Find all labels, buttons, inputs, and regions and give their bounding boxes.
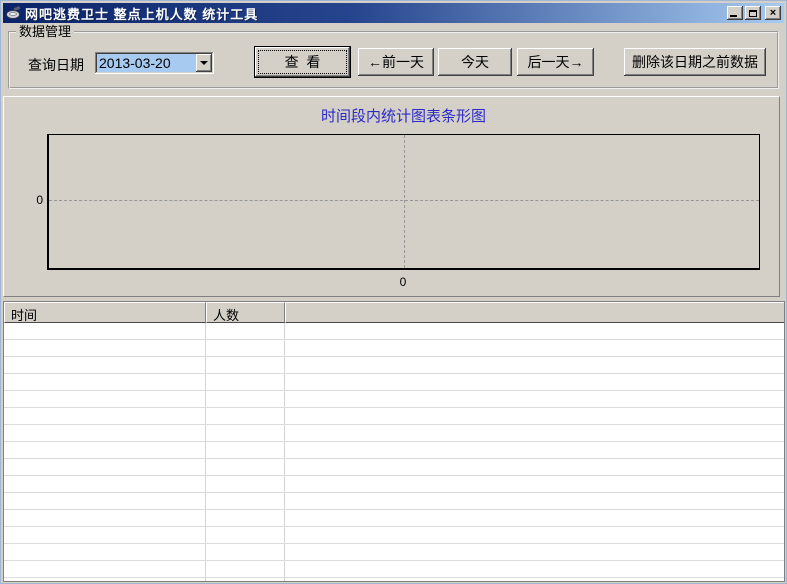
table-cell — [206, 374, 285, 390]
table-cell — [4, 408, 206, 424]
vertical-gridline — [404, 135, 405, 268]
table-cell — [4, 374, 206, 390]
table-cell — [206, 340, 285, 356]
table-cell — [4, 459, 206, 475]
table-cell — [285, 408, 784, 424]
y-axis-tick: 0 — [36, 193, 43, 207]
table-cell — [206, 510, 285, 526]
table-row — [4, 391, 784, 408]
table-cell — [285, 527, 784, 543]
window-title: 网吧逃费卫士 整点上机人数 统计工具 — [25, 6, 259, 22]
table-cell — [206, 527, 285, 543]
title-bar: 网吧逃费卫士 整点上机人数 统计工具 × — [3, 3, 784, 23]
next-day-button[interactable]: 后一天→ — [517, 48, 594, 76]
table-cell — [285, 374, 784, 390]
table-row — [4, 476, 784, 493]
table-cell — [285, 442, 784, 458]
table-cell — [206, 391, 285, 407]
table-cell — [4, 442, 206, 458]
table-cell — [206, 408, 285, 424]
table-cell — [4, 476, 206, 492]
table-cell — [285, 561, 784, 577]
groupbox-label: 数据管理 — [16, 24, 75, 39]
table-cell — [285, 544, 784, 560]
table-cell — [285, 340, 784, 356]
table-cell — [285, 323, 784, 339]
table-cell — [4, 561, 206, 577]
view-button[interactable]: 查 看 — [254, 46, 351, 78]
table-row — [4, 459, 784, 476]
table-cell — [4, 357, 206, 373]
app-window: 网吧逃费卫士 整点上机人数 统计工具 × 数据管理 查询日期 2013-03-2… — [0, 0, 787, 584]
table-cell — [4, 510, 206, 526]
table-cell — [4, 340, 206, 356]
table-cell — [4, 527, 206, 543]
table-cell — [285, 459, 784, 475]
app-icon-dish-inner — [9, 11, 17, 16]
table-cell — [206, 357, 285, 373]
table-row — [4, 493, 784, 510]
app-icon[interactable] — [6, 5, 21, 20]
table-cell — [206, 561, 285, 577]
table-row — [4, 408, 784, 425]
minimize-button[interactable] — [727, 6, 743, 20]
table-body[interactable] — [4, 323, 784, 581]
window-controls: × — [727, 6, 781, 20]
column-header-count[interactable]: 人数 — [206, 302, 285, 323]
table-cell — [206, 544, 285, 560]
table-cell — [206, 459, 285, 475]
maximize-button[interactable] — [745, 6, 761, 20]
table-cell — [285, 476, 784, 492]
table-cell — [285, 425, 784, 441]
table-cell — [4, 323, 206, 339]
x-axis-tick: 0 — [399, 275, 407, 289]
table-cell — [206, 493, 285, 509]
close-icon: × — [769, 7, 777, 19]
query-date-combobox[interactable]: 2013-03-20 — [95, 52, 214, 74]
column-header-blank[interactable] — [285, 302, 784, 323]
chart-panel: 时间段内统计图表条形图 0 0 — [3, 96, 780, 297]
prev-day-button[interactable]: ←前一天 — [358, 48, 434, 76]
table-cell — [285, 510, 784, 526]
table-cell — [285, 357, 784, 373]
table-cell — [4, 544, 206, 560]
table-cell — [4, 493, 206, 509]
chevron-down-icon — [200, 61, 208, 65]
query-date-value[interactable]: 2013-03-20 — [97, 54, 196, 72]
delete-before-date-button[interactable]: 删除该日期之前数据 — [624, 48, 766, 76]
table-cell — [206, 425, 285, 441]
table-row — [4, 578, 784, 581]
table-row — [4, 374, 784, 391]
maximize-icon — [749, 9, 757, 17]
table-cell — [206, 442, 285, 458]
table-row — [4, 561, 784, 578]
table-row — [4, 442, 784, 459]
table-cell — [285, 493, 784, 509]
table-row — [4, 527, 784, 544]
table-cell — [206, 323, 285, 339]
table-header: 时间 人数 — [4, 302, 784, 323]
combobox-dropdown-button[interactable] — [196, 54, 212, 72]
table-cell — [285, 578, 784, 581]
results-table: 时间 人数 — [3, 301, 785, 582]
table-cell — [285, 391, 784, 407]
chart-title: 时间段内统计图表条形图 — [320, 108, 486, 125]
table-row — [4, 544, 784, 561]
close-button[interactable]: × — [765, 6, 781, 20]
table-cell — [4, 391, 206, 407]
query-date-label: 查询日期 — [28, 57, 84, 73]
table-row — [4, 340, 784, 357]
table-cell — [4, 425, 206, 441]
table-row — [4, 510, 784, 527]
chart-plot-area — [47, 134, 760, 270]
table-cell — [4, 578, 206, 581]
column-header-time[interactable]: 时间 — [4, 302, 206, 323]
table-row — [4, 425, 784, 442]
minimize-icon — [730, 15, 737, 17]
table-row — [4, 357, 784, 374]
table-cell — [206, 578, 285, 581]
today-button[interactable]: 今天 — [438, 48, 512, 76]
table-row — [4, 323, 784, 340]
table-cell — [206, 476, 285, 492]
